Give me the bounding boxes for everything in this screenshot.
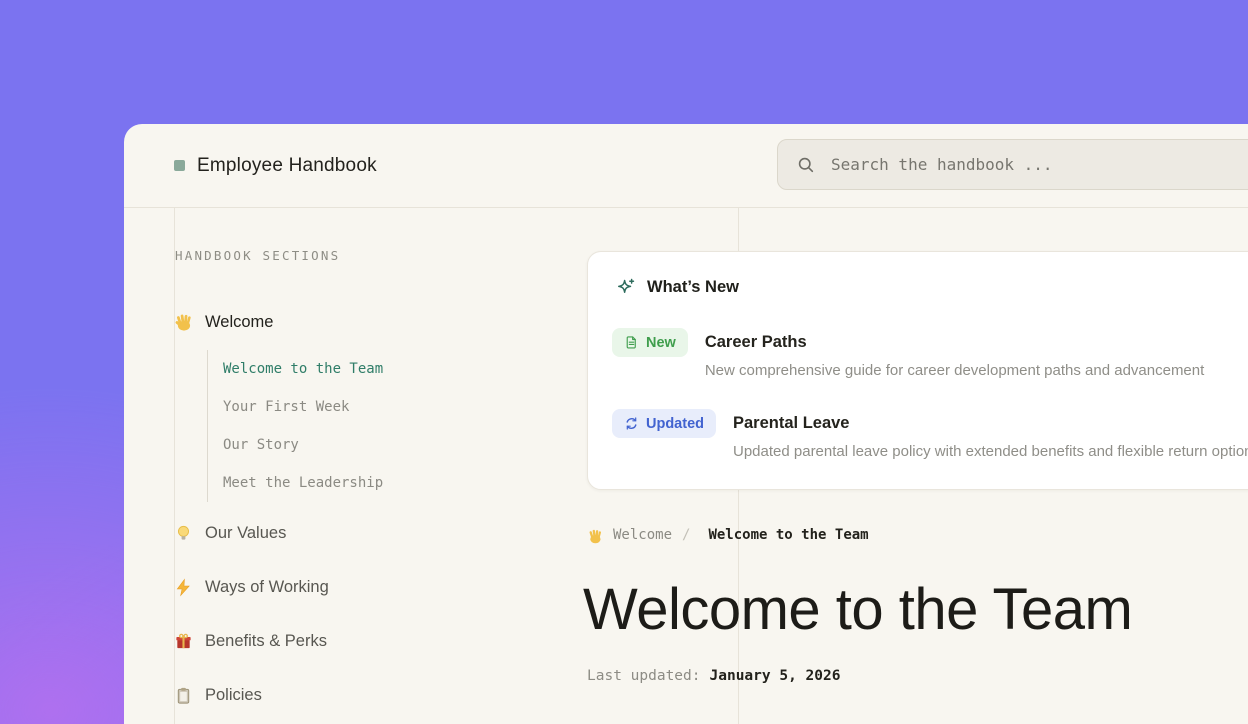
sidebar-subitem-welcome-to-the-team[interactable]: Welcome to the Team — [223, 350, 383, 388]
lightbulb-icon — [174, 524, 193, 543]
sidebar-subnav-welcome: Welcome to the Team Your First Week Our … — [207, 350, 383, 502]
whats-new-item-title: Parental Leave — [733, 409, 1248, 438]
sidebar-item-policies[interactable]: Policies — [174, 676, 262, 714]
whats-new-item-text: Parental Leave Updated parental leave po… — [733, 409, 1248, 460]
whats-new-title: What’s New — [647, 278, 739, 297]
sidebar-item-label: Policies — [205, 686, 262, 705]
badge-label: New — [646, 335, 676, 351]
page-title: Welcome to the Team — [583, 578, 1132, 642]
sidebar-item-ways-of-working[interactable]: Ways of Working — [174, 568, 329, 606]
app-brand: Employee Handbook — [174, 124, 377, 207]
whats-new-header: What’s New — [615, 277, 739, 298]
sidebar-subitem-meet-the-leadership[interactable]: Meet the Leadership — [223, 464, 383, 502]
whats-new-item-career-paths[interactable]: New Career Paths New comprehensive guide… — [612, 328, 1204, 379]
whats-new-card: What’s New New Career Paths New comprehe… — [587, 251, 1248, 490]
whats-new-item-title: Career Paths — [705, 328, 1204, 357]
updated-badge: Updated — [612, 409, 716, 438]
whats-new-item-text: Career Paths New comprehensive guide for… — [705, 328, 1204, 379]
wave-icon — [587, 527, 603, 543]
last-updated-label: Last updated: — [587, 668, 701, 684]
lightning-bolt-icon — [174, 578, 193, 597]
document-icon — [624, 335, 639, 350]
breadcrumb-current: Welcome to the Team — [708, 527, 868, 543]
new-badge: New — [612, 328, 688, 357]
badge-label: Updated — [646, 416, 704, 432]
refresh-icon — [624, 416, 639, 431]
app-logo-icon — [174, 160, 185, 171]
search-box[interactable] — [777, 139, 1248, 190]
sidebar-item-label: Welcome — [205, 313, 273, 332]
app-header: Employee Handbook — [124, 124, 1248, 208]
sidebar-item-benefits-perks[interactable]: Benefits & Perks — [174, 622, 327, 660]
handbook-window: Employee Handbook HANDBOOK SECTIONS — [124, 124, 1248, 724]
last-updated: Last updated: January 5, 2026 — [587, 666, 840, 686]
whats-new-item-description: Updated parental leave policy with exten… — [733, 443, 1248, 460]
sidebar-item-label: Ways of Working — [205, 578, 329, 597]
search-input[interactable] — [829, 154, 1248, 175]
sparkle-icon — [615, 277, 636, 298]
whats-new-item-description: New comprehensive guide for career devel… — [705, 362, 1204, 379]
sidebar-item-label: Benefits & Perks — [205, 632, 327, 651]
sidebar-item-our-values[interactable]: Our Values — [174, 514, 286, 552]
wave-icon — [174, 313, 193, 332]
clipboard-icon — [174, 686, 193, 705]
breadcrumb-separator: / — [682, 527, 690, 543]
sidebar-subitem-your-first-week[interactable]: Your First Week — [223, 388, 383, 426]
sidebar-item-welcome[interactable]: Welcome — [174, 303, 273, 341]
search-icon — [796, 155, 816, 175]
gift-icon — [174, 632, 193, 651]
breadcrumb-section[interactable]: Welcome — [613, 527, 672, 543]
app-title: Employee Handbook — [197, 155, 377, 177]
sidebar-subitem-our-story[interactable]: Our Story — [223, 426, 383, 464]
whats-new-item-parental-leave[interactable]: Updated Parental Leave Updated parental … — [612, 409, 1248, 460]
sidebar-item-label: Our Values — [205, 524, 286, 543]
breadcrumb: Welcome / Welcome to the Team — [587, 525, 869, 545]
sidebar-section-label: HANDBOOK SECTIONS — [175, 248, 340, 263]
main-area: HANDBOOK SECTIONS Welcome Welcome to the… — [124, 208, 1248, 724]
last-updated-value: January 5, 2026 — [710, 668, 841, 684]
